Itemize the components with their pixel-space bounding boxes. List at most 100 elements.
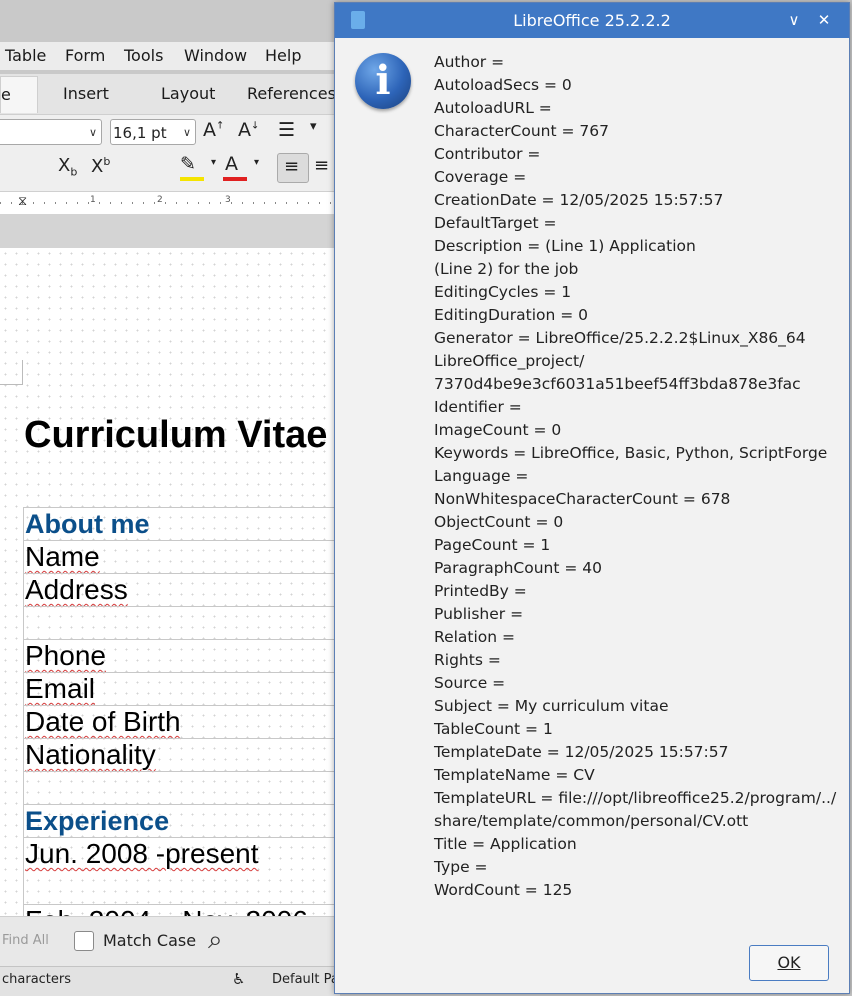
property-line: EditingDuration = 0 (434, 306, 589, 324)
property-line: Publisher = (434, 605, 524, 623)
menu-table[interactable]: Table (5, 46, 46, 65)
property-line: ParagraphCount = 40 (434, 559, 602, 577)
property-line: 7370d4be9e3cf6031a51beef54ff3bda878e3fac (434, 375, 801, 393)
horizontal-ruler[interactable]: ⧖ 1 2 3 (0, 191, 340, 215)
ruler-number: 3 (225, 195, 231, 205)
property-line: Language = (434, 467, 529, 485)
property-line: TemplateName = CV (434, 766, 595, 784)
cv-table-row[interactable]: Date of Birth (24, 705, 340, 738)
cv-cell-text: Experience (25, 806, 170, 836)
property-line: LibreOffice_project/ (434, 352, 585, 370)
tab-references[interactable]: References (247, 76, 336, 112)
font-color-bar (223, 177, 247, 181)
cv-table[interactable]: About me Name Address Phone Email Date of Bir… (23, 507, 340, 916)
find-toolbar: Find All Match Case ⌕ (0, 916, 340, 967)
cv-table-row[interactable]: Nationality (24, 738, 340, 771)
accessibility-icon[interactable]: ♿ (232, 970, 245, 988)
property-line: Contributor = (434, 145, 541, 163)
numbered-list-icon[interactable]: ▾ (310, 119, 317, 134)
match-case-label: Match Case (103, 931, 197, 950)
property-line: Rights = (434, 651, 501, 669)
property-line: share/template/common/personal/CV.ott (434, 812, 749, 830)
close-icon[interactable]: ✕ (813, 9, 835, 31)
cv-table-row[interactable] (24, 771, 340, 804)
cv-section-heading[interactable]: About me (24, 507, 340, 540)
font-name-combo[interactable]: ∨ (0, 119, 102, 145)
chevron-down-icon[interactable]: ▾ (211, 157, 216, 168)
cv-table-row[interactable]: Address (24, 573, 340, 606)
property-line: TemplateURL = file:///opt/libreoffice25.… (434, 789, 837, 807)
minimize-icon[interactable]: ∨ (783, 9, 805, 31)
cv-table-row[interactable] (24, 606, 340, 639)
cv-table-row[interactable]: Phone (24, 639, 340, 672)
highlight-icon[interactable]: ✎ (180, 153, 196, 175)
cv-cell-text: Name (25, 541, 100, 572)
cv-cell-text: Email (25, 673, 96, 704)
property-line: NonWhitespaceCharacterCount = 678 (434, 490, 731, 508)
property-line: (Line 2) for the job (434, 260, 579, 278)
shrink-font-icon[interactable]: A↓ (238, 119, 259, 141)
align-left-icon: ≡ (284, 156, 300, 177)
cv-cell-text: Date of Birth (25, 706, 181, 737)
indent-marker-icon[interactable]: ⧖ (18, 194, 27, 209)
property-line: ObjectCount = 0 (434, 513, 564, 531)
cv-cell-text: About me (25, 509, 150, 539)
align-left-button[interactable]: ≡ (277, 153, 309, 183)
document-page[interactable]: Curriculum Vitae About me Name Address Phon… (0, 248, 340, 916)
menu-window[interactable]: Window (184, 46, 247, 65)
find-all-button[interactable]: Find All (2, 933, 49, 948)
cv-table-row[interactable]: Feb. 2004 – Nov. 2006 (24, 904, 340, 916)
page-corner-marker (0, 360, 23, 385)
property-line: CharacterCount = 767 (434, 122, 609, 140)
font-color-icon[interactable]: A (225, 153, 238, 175)
property-line: Generator = LibreOffice/25.2.2.2$Linux_X… (434, 329, 806, 347)
chevron-down-icon: ∨ (88, 126, 97, 139)
tab-home[interactable]: e (0, 76, 38, 113)
property-line: Subject = My curriculum vitae (434, 697, 669, 715)
cv-cell-text: Address (25, 574, 128, 605)
menu-form[interactable]: Form (65, 46, 105, 65)
status-bar: characters ♿ Default Pa (0, 966, 340, 996)
document-title[interactable]: Curriculum Vitae (24, 414, 327, 457)
menu-tools[interactable]: Tools (124, 46, 163, 65)
ok-button[interactable]: OK (749, 945, 829, 981)
property-line: Title = Application (434, 835, 577, 853)
property-line: Author = (434, 53, 505, 71)
grow-font-icon[interactable]: A↑ (203, 119, 224, 141)
property-line: PageCount = 1 (434, 536, 551, 554)
status-character-count: characters (2, 972, 72, 987)
subscript-icon[interactable]: Xb (58, 155, 77, 179)
menubar: Table Form Tools Window Help (0, 42, 340, 70)
bullet-list-icon[interactable]: ☰ (278, 119, 295, 141)
info-icon: i (355, 53, 411, 109)
property-line: Description = (Line 1) Application (434, 237, 696, 255)
status-page-style[interactable]: Default Pa (272, 972, 339, 987)
highlight-color-bar (180, 177, 204, 181)
match-case-checkbox[interactable] (74, 931, 94, 951)
document-margin-area (0, 214, 340, 248)
chevron-down-icon: ∨ (182, 126, 191, 139)
tab-insert[interactable]: Insert (63, 76, 109, 112)
dialog-titlebar[interactable]: LibreOffice 25.2.2.2 ∨ ✕ (335, 3, 849, 38)
cv-table-row[interactable]: Jun. 2008 -present (24, 837, 340, 904)
property-line: Source = (434, 674, 506, 692)
menu-help[interactable]: Help (265, 46, 301, 65)
cv-table-row[interactable]: Email (24, 672, 340, 705)
property-line: EditingCycles = 1 (434, 283, 572, 301)
property-line: Keywords = LibreOffice, Basic, Python, S… (434, 444, 828, 462)
property-line: TableCount = 1 (434, 720, 553, 738)
search-icon[interactable]: ⌕ (208, 925, 223, 956)
font-size-combo[interactable]: 16,1 pt ∨ (110, 119, 196, 145)
property-line: CreationDate = 12/05/2025 15:57:57 (434, 191, 724, 209)
tab-layout[interactable]: Layout (161, 76, 215, 112)
superscript-icon[interactable]: Xb (91, 155, 110, 177)
cv-table-row[interactable]: Name (24, 540, 340, 573)
property-line: TemplateDate = 12/05/2025 15:57:57 (434, 743, 729, 761)
cv-cell-text: Nationality (25, 739, 156, 770)
property-line: ImageCount = 0 (434, 421, 562, 439)
align-center-icon[interactable]: ≡ (314, 155, 329, 176)
chevron-down-icon[interactable]: ▾ (254, 157, 259, 168)
cv-section-heading[interactable]: Experience (24, 804, 340, 837)
property-line: Relation = (434, 628, 516, 646)
property-list: Author = AutoloadSecs = 0 AutoloadURL = Cha… (434, 51, 839, 902)
